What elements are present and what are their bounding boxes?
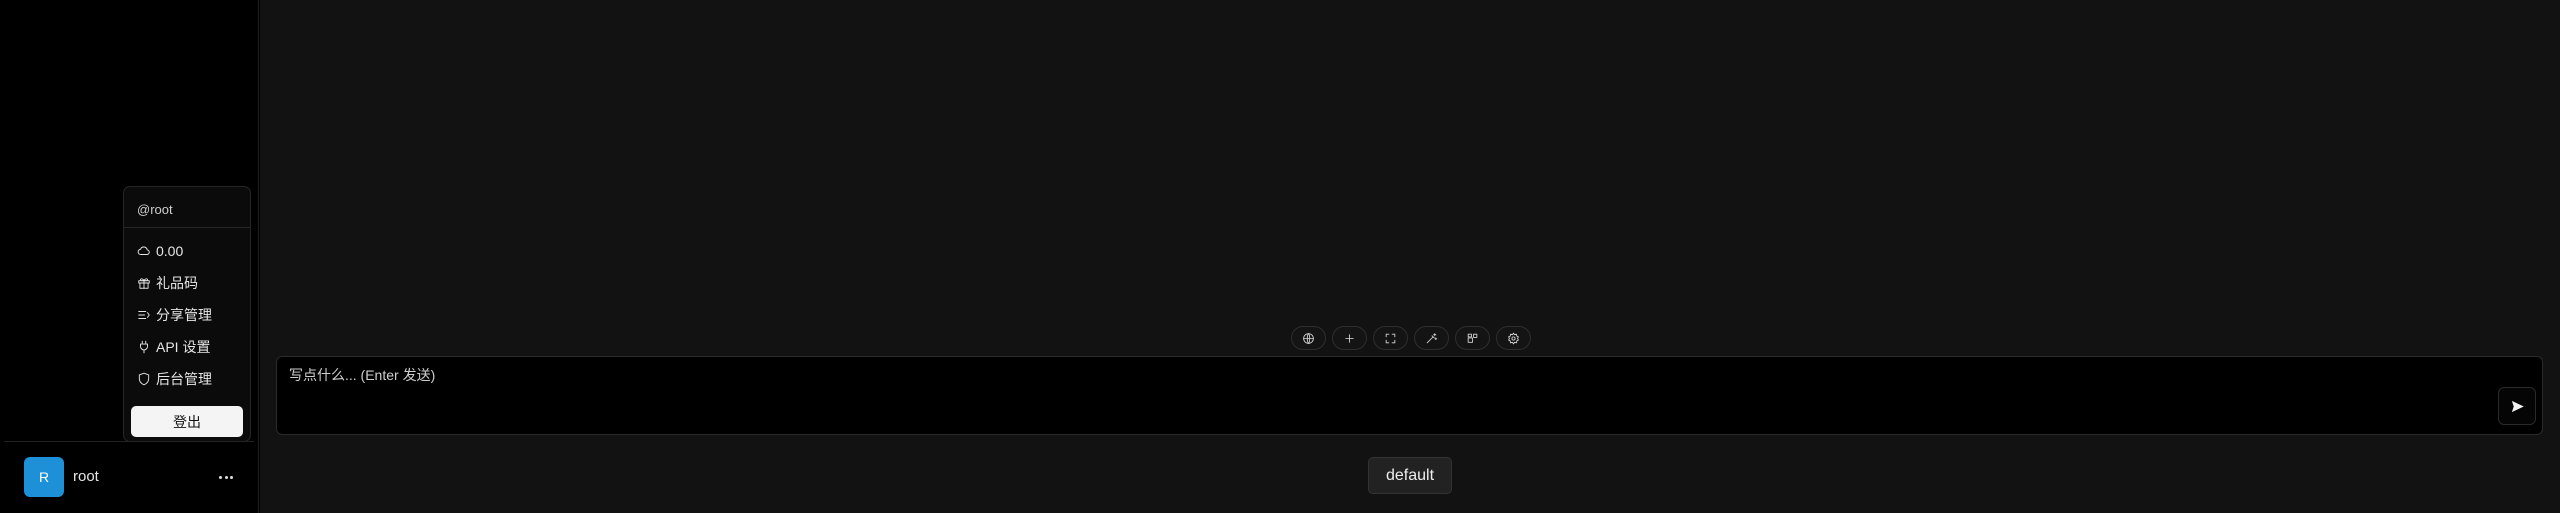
message-input[interactable] [289, 365, 2469, 425]
send-button[interactable] [2498, 387, 2536, 425]
plugins-button[interactable] [1455, 326, 1490, 350]
menu-item-api-settings[interactable]: API 设置 [137, 337, 210, 357]
ellipsis-icon [219, 475, 222, 479]
settings-icon [1508, 332, 1519, 344]
plugins-icon [1467, 333, 1478, 343]
menu-item-balance[interactable]: 0.00 [137, 241, 183, 261]
menu-item-share-management[interactable]: 分享管理 [137, 305, 212, 325]
cloud-icon [137, 246, 150, 255]
plus-icon [1345, 333, 1354, 343]
model-selector[interactable]: default [1368, 457, 1452, 494]
plug-icon [140, 340, 148, 354]
sidebar: R root @root 0.00 礼品码 分享管理 API 设置 后台管理 登… [0, 0, 259, 513]
more-options-button[interactable] [216, 469, 236, 485]
fullscreen-button[interactable] [1373, 326, 1408, 350]
new-chat-button[interactable] [1332, 326, 1367, 350]
menu-item-label: API 设置 [156, 339, 211, 355]
menu-item-admin[interactable]: 后台管理 [137, 369, 212, 389]
message-composer [276, 356, 2543, 435]
menu-item-label: 后台管理 [156, 371, 212, 387]
avatar[interactable]: R [24, 456, 64, 497]
gift-icon [138, 278, 150, 289]
user-footer: R root [4, 441, 254, 511]
user-menu: @root 0.00 礼品码 分享管理 API 设置 后台管理 登出 [123, 186, 251, 442]
balance-value: 0.00 [156, 243, 184, 259]
magic-wand-icon [1426, 332, 1438, 343]
send-icon [2511, 400, 2524, 412]
web-search-button[interactable] [1291, 326, 1326, 350]
username: root [73, 468, 99, 485]
fullscreen-icon [1385, 333, 1396, 343]
settings-button[interactable] [1496, 326, 1531, 350]
prompt-magic-button[interactable] [1414, 326, 1449, 350]
globe-icon [1303, 332, 1314, 344]
chat-main [260, 0, 2560, 513]
user-handle: @root [124, 187, 250, 228]
menu-item-label: 礼品码 [156, 275, 198, 291]
menu-item-gift-code[interactable]: 礼品码 [137, 273, 198, 293]
menu-item-label: 分享管理 [156, 307, 212, 323]
logout-button[interactable]: 登出 [131, 406, 243, 437]
share-list-icon [138, 311, 150, 319]
shield-icon [138, 372, 150, 386]
composer-toolbar [1291, 326, 1531, 350]
